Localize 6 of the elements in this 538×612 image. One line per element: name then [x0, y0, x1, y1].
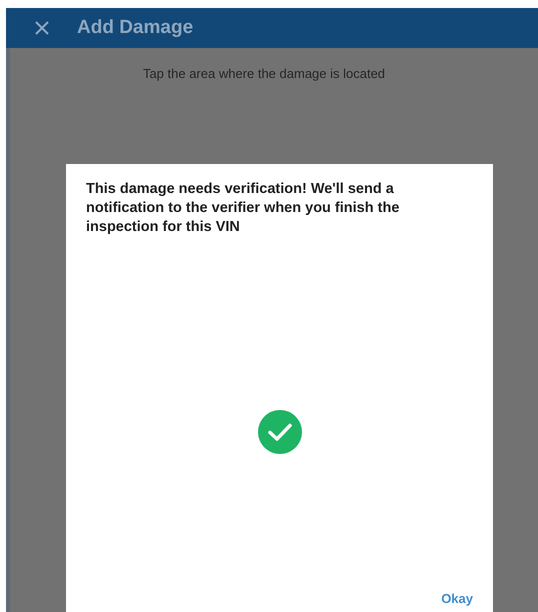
dialog-message: This damage needs verification! We'll send a notification to the verifier when you finish the inspection for this VIN: [86, 180, 400, 237]
instruction-text: Tap the area where the damage is located: [142, 66, 386, 81]
okay-button[interactable]: Okay: [441, 587, 473, 610]
close-icon[interactable]: [35, 21, 49, 35]
app-bar-title: Add Damage: [77, 17, 194, 39]
check-circle-icon: [258, 410, 302, 454]
